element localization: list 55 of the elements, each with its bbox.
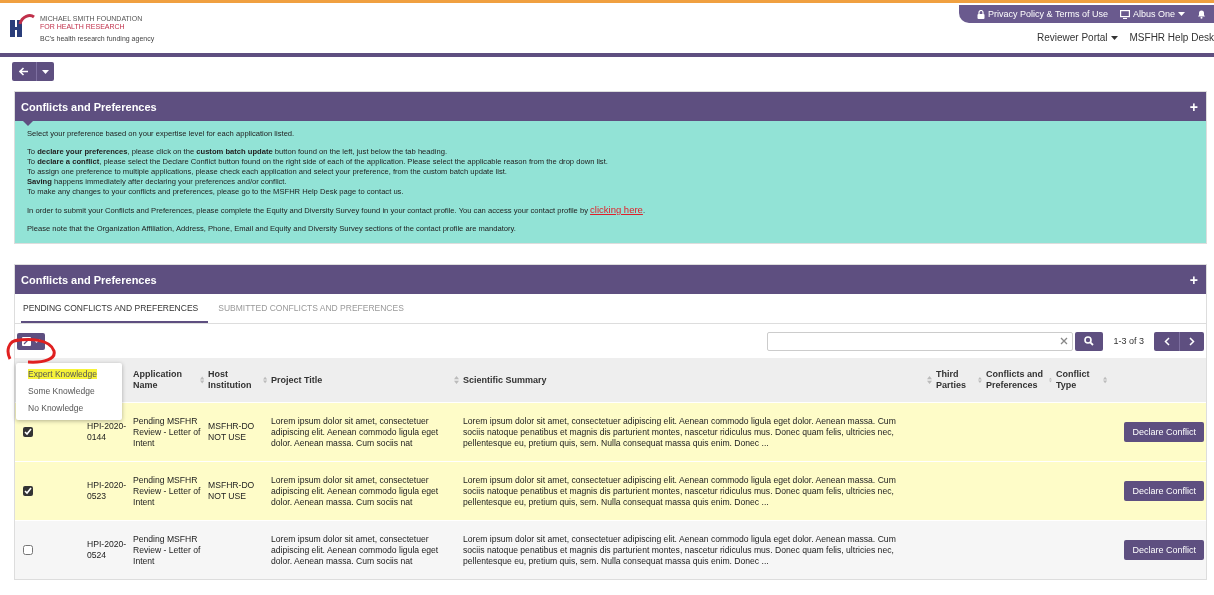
clear-icon[interactable] bbox=[1060, 337, 1069, 345]
bell-icon[interactable] bbox=[1197, 9, 1206, 19]
column-header[interactable]: Conflicts and Preferences bbox=[986, 369, 1050, 391]
nav-link[interactable]: Reviewer Portal bbox=[1036, 32, 1118, 43]
caret-icon bbox=[42, 69, 49, 74]
table-cell: Lorem ipsum dolor sit amet, consectetuer adipiscing elit. Aenean commodo ligula eget dolor. Aenean massa. Cum sociis nat bbox=[271, 533, 439, 566]
monitor-icon bbox=[1119, 9, 1130, 19]
chevron-left-icon bbox=[1163, 336, 1170, 346]
table-cell: Lorem ipsum dolor sit amet, consectetuer adipiscing elit. Aenean commodo ligula eget dolor. Aenean massa. Cum sociis nat bbox=[271, 415, 439, 448]
table-cell-text: Lorem ipsum dolor sit amet, consectetuer adipiscing elit. Aenean commodo ligula eget dolor. Aenean massa. Cum sociis natoque penatibus et magnis dis parturient montes, nascetur ridiculus mus. Donec quam felis, ultricies nec, pellentesque eu, pretium quis, sem. Nulla consequat massa quis enim. Donec ... bbox=[463, 533, 897, 567]
chevron-right-icon bbox=[1189, 336, 1195, 346]
table-cell-text: HPI-2020-0524 bbox=[87, 539, 128, 561]
search-field[interactable] bbox=[767, 331, 1074, 351]
expand-button[interactable]: + bbox=[1189, 98, 1198, 115]
table-cell-text: HPI-2020-0144 bbox=[87, 421, 128, 443]
top-link[interactable]: Privacy Policy & Terms of Use bbox=[977, 9, 1108, 19]
table-cell-text: Lorem ipsum dolor sit amet, consectetuer adipiscing elit. Aenean commodo ligula eget dolor. Aenean massa. Cum sociis natoque penatibus et magnis dis parturient montes, nascetur ridiculus mus. Donec quam felis, ultricies nec, pellentesque eu, pretium quis, sem. Nulla consequat massa quis enim. Donec ... bbox=[463, 415, 897, 449]
column-header[interactable]: Conflict Type bbox=[1056, 369, 1103, 391]
column-header[interactable]: Third Parties bbox=[936, 369, 979, 391]
tab[interactable]: PENDING CONFLICTS AND PREFERENCES bbox=[21, 303, 209, 323]
row-checkbox[interactable] bbox=[23, 486, 33, 496]
table-cell: MSFHR-DO NOT USE bbox=[208, 421, 255, 442]
table-cell-text: Pending MSFHR Review - Letter of Intent bbox=[133, 415, 202, 449]
edit-icon bbox=[22, 336, 31, 346]
table-cell-text: HPI-2020-0523 bbox=[87, 480, 128, 502]
table-cell-text: Pending MSFHR Review - Letter of Intent bbox=[133, 474, 202, 508]
search-button[interactable] bbox=[1075, 331, 1104, 351]
logo-icon bbox=[8, 14, 36, 38]
declare-conflict-button[interactable]: Declare Conflict bbox=[1124, 540, 1204, 560]
declare-conflict-button[interactable]: Declare Conflict bbox=[1124, 422, 1204, 442]
declare-conflict-button[interactable]: Declare Conflict bbox=[1124, 481, 1204, 501]
expand-button[interactable]: + bbox=[1189, 271, 1198, 288]
column-header[interactable]: Project Title bbox=[271, 374, 323, 386]
menu-item[interactable]: No Knowledge bbox=[16, 400, 122, 417]
back-button[interactable] bbox=[12, 62, 54, 81]
menu-item[interactable]: Expert Knowledge bbox=[16, 366, 122, 383]
row-checkbox[interactable] bbox=[23, 545, 33, 555]
top-link[interactable]: Albus One bbox=[1119, 9, 1185, 19]
table-cell-text: Lorem ipsum dolor sit amet, consectetuer adipiscing elit. Aenean commodo ligula eget dolor. Aenean massa. Cum sociis natoque penatibus et magnis dis parturient montes, nascetur ridiculus mus. Donec quam felis, ultricies nec, pellentesque eu, pretium quis, sem. Nulla consequat massa quis enim. Donec ... bbox=[463, 474, 897, 508]
column-header[interactable]: Host Institution bbox=[208, 369, 263, 391]
column-header[interactable]: Scientific Summary bbox=[463, 374, 547, 386]
table-cell: MSFHR-DO NOT USE bbox=[208, 480, 255, 501]
lock-icon bbox=[977, 9, 986, 19]
nav-link[interactable]: MSFHR Help Desk bbox=[1129, 32, 1214, 43]
back-arrow-icon bbox=[19, 67, 29, 76]
search-icon bbox=[1084, 336, 1095, 346]
panel-title: Conflicts and Preferences bbox=[21, 100, 157, 113]
caret-icon bbox=[33, 339, 40, 343]
row-checkbox[interactable] bbox=[23, 427, 33, 437]
panel-title: Conflicts and Preferences bbox=[21, 273, 157, 286]
column-header[interactable]: Application Name bbox=[133, 369, 200, 391]
pager-text: 1-3 of 3 bbox=[1113, 336, 1144, 346]
table-cell-text: Pending MSFHR Review - Letter of Intent bbox=[133, 533, 202, 567]
menu-item[interactable]: Some Knowledge bbox=[16, 383, 122, 400]
table-cell: Lorem ipsum dolor sit amet, consectetuer adipiscing elit. Aenean commodo ligula eget dolor. Aenean massa. Cum sociis nat bbox=[271, 474, 439, 507]
